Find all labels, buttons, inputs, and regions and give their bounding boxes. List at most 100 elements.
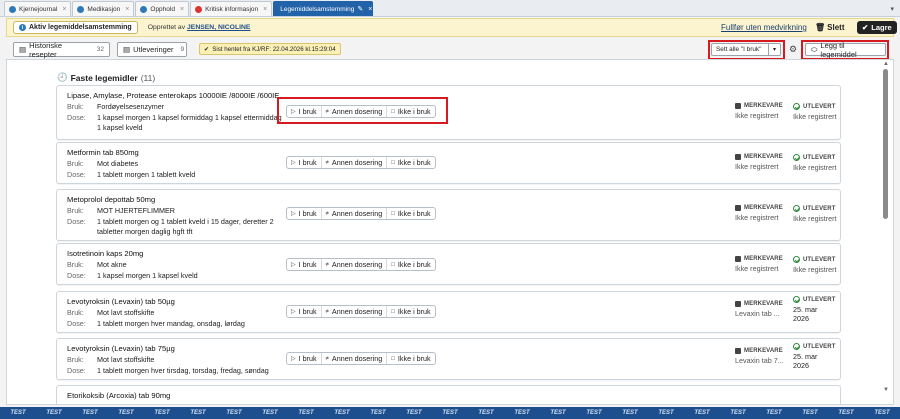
finish-without-participation-link[interactable]: Fullfør uten medvirkning — [721, 23, 807, 32]
use-value: Mot lavt stoffskifte — [97, 355, 155, 364]
medication-card: Metoprolol depottab 50mg Bruk: MOT HJERT… — [56, 189, 841, 241]
dispensings-button[interactable]: ▤ Utleveringer 9 — [117, 42, 187, 57]
brand-label: MERKEVARE — [744, 205, 783, 211]
close-icon[interactable]: × — [125, 6, 129, 13]
use-value: MOT HJERTEFLIMMER — [97, 206, 176, 215]
tab-label: Medikasjon — [87, 5, 121, 13]
historic-label: Historiske resepter — [29, 40, 63, 59]
watermark-text: TEST — [766, 410, 782, 416]
tab-legemiddelsamstemming[interactable]: Legemiddelsamstemming ✎ × — [273, 1, 374, 16]
play-icon: ▷ — [291, 262, 296, 268]
brand-icon — [735, 301, 741, 307]
not-in-use-option[interactable]: □ Ikke i bruk — [387, 157, 434, 168]
gear-icon[interactable]: ⚙ — [789, 44, 797, 55]
not-in-use-option[interactable]: □ Ikke i bruk — [387, 353, 434, 364]
option-label: Ikke i bruk — [397, 307, 431, 316]
brand-status: MERKEVARE Ikke registrert — [735, 103, 783, 120]
dispensed-status: UTLEVERT Ikke registrert — [793, 103, 837, 121]
in-use-option[interactable]: ▷ I bruk — [287, 208, 322, 219]
tab-kjernejournal[interactable]: Kjernejournal × — [4, 1, 72, 16]
tab-kritisk-informasjon[interactable]: Kritisk informasjon × — [190, 1, 273, 16]
watermark-text: TEST — [694, 410, 710, 416]
brand-value: Ikke registrert — [735, 111, 779, 120]
other-dose-option[interactable]: ≠ Annen dosering — [322, 157, 388, 168]
dose-row: Dose: 1 kapsel morgen 1 kapsel formiddag… — [67, 113, 282, 132]
option-label: Ikke i bruk — [397, 158, 431, 167]
use-key: Bruk: — [67, 308, 84, 317]
use-row: Bruk: Mot lavt stoffskifte — [67, 308, 297, 318]
scrollbar[interactable]: ▲ ▼ — [880, 60, 892, 404]
other-dose-option[interactable]: ≠ Annen dosering — [322, 259, 388, 270]
other-dose-option[interactable]: ≠ Annen dosering — [322, 306, 388, 317]
brand-status: MERKEVARE Levaxin tab 7... — [735, 348, 784, 365]
close-icon[interactable]: × — [263, 6, 267, 13]
save-button[interactable]: ✔ Lagre — [857, 21, 897, 34]
close-icon[interactable]: × — [368, 6, 372, 13]
dose-key: Dose: — [67, 217, 86, 226]
dose-key: Dose: — [67, 271, 86, 280]
use-value: Mot akne — [97, 260, 127, 269]
watermark-text: TEST — [154, 410, 170, 416]
brand-value[interactable]: Levaxin tab ... — [735, 309, 783, 318]
watermark-text: TEST — [442, 410, 458, 416]
scrollbar-thumb[interactable] — [883, 69, 888, 219]
brand-value: Ikke registrert — [735, 162, 779, 171]
edit-icon: ≠ — [325, 308, 329, 315]
close-icon[interactable]: × — [180, 6, 184, 13]
brand-value[interactable]: Levaxin tab 7... — [735, 356, 784, 365]
watermark-text: TEST — [586, 410, 602, 416]
medication-name: Isotretinoin kaps 20mg — [67, 249, 144, 258]
use-key: Bruk: — [67, 355, 84, 364]
watermark-text: TEST — [226, 410, 242, 416]
other-dose-option[interactable]: ≠ Annen dosering — [322, 208, 388, 219]
brand-label: MERKEVARE — [744, 256, 783, 262]
chevron-down-icon[interactable]: ▾ — [890, 5, 894, 13]
scroll-up-icon[interactable]: ▲ — [883, 61, 889, 67]
created-by-link[interactable]: JENSEN, NICOLINE — [187, 24, 250, 31]
watermark-text: TEST — [298, 410, 314, 416]
tab-medikasjon[interactable]: Medikasjon × — [72, 1, 135, 16]
option-label: Ikke i bruk — [397, 209, 431, 218]
dose-value: 1 tablett morgen hver mandag, onsdag, lø… — [97, 319, 245, 328]
other-dose-option[interactable]: ≠ Annen dosering — [322, 353, 388, 364]
close-icon[interactable]: × — [62, 6, 66, 13]
in-use-option[interactable]: ▷ I bruk — [287, 157, 322, 168]
document-icon: ▤ — [19, 45, 27, 54]
play-icon: ▷ — [291, 211, 296, 217]
medication-name: Metoprolol depottab 50mg — [67, 195, 156, 204]
dose-value: 1 tablett morgen 1 tablett kveld — [97, 170, 196, 179]
historic-count: 32 — [96, 46, 104, 53]
option-label: Annen dosering — [331, 354, 383, 363]
use-row: Bruk: Mot lavt stoffskifte — [67, 355, 297, 365]
use-value: Mot lavt stoffskifte — [97, 308, 155, 317]
status-selector: ▷ I bruk ≠ Annen dosering □ Ikke i bruk — [286, 207, 436, 220]
dose-value: 1 kapsel morgen 1 kapsel formiddag 1 kap… — [97, 113, 282, 132]
watermark-text: TEST — [658, 410, 674, 416]
watermark-text: TEST — [10, 410, 26, 416]
tab-opphold[interactable]: Opphold × — [135, 1, 190, 16]
historic-prescriptions-button[interactable]: ▤ Historiske resepter 32 — [13, 40, 110, 59]
option-label: I bruk — [298, 260, 317, 269]
brand-icon — [735, 154, 741, 160]
option-label: I bruk — [298, 354, 317, 363]
not-in-use-option[interactable]: □ Ikke i bruk — [387, 259, 434, 270]
medication-list-panel: 🕘 Faste legemidler (11) Lipase, Amylase,… — [6, 59, 894, 405]
stop-icon: □ — [391, 308, 395, 315]
option-label: Annen dosering — [331, 307, 383, 316]
not-in-use-option[interactable]: □ Ikke i bruk — [387, 306, 434, 317]
use-row: Bruk: Mot diabetes — [67, 159, 282, 169]
not-in-use-option[interactable]: □ Ikke i bruk — [387, 208, 434, 219]
in-use-option[interactable]: ▷ I bruk — [287, 353, 322, 364]
delete-button[interactable]: 🗑 Slett — [815, 21, 845, 34]
dispensed-value: Ikke registrert — [793, 265, 837, 274]
scroll-down-icon[interactable]: ▼ — [883, 387, 889, 393]
stop-icon: □ — [391, 159, 395, 166]
in-use-option[interactable]: ▷ I bruk — [287, 306, 322, 317]
in-use-option[interactable]: ▷ I bruk — [287, 259, 322, 270]
brand-status: MERKEVARE Ikke registrert — [735, 256, 783, 273]
tab-label: Opphold — [150, 5, 175, 13]
option-label: Annen dosering — [331, 158, 383, 167]
dispensed-label: UTLEVERT — [803, 256, 836, 263]
watermark-text: TEST — [622, 410, 638, 416]
watermark-text: TEST — [838, 410, 854, 416]
